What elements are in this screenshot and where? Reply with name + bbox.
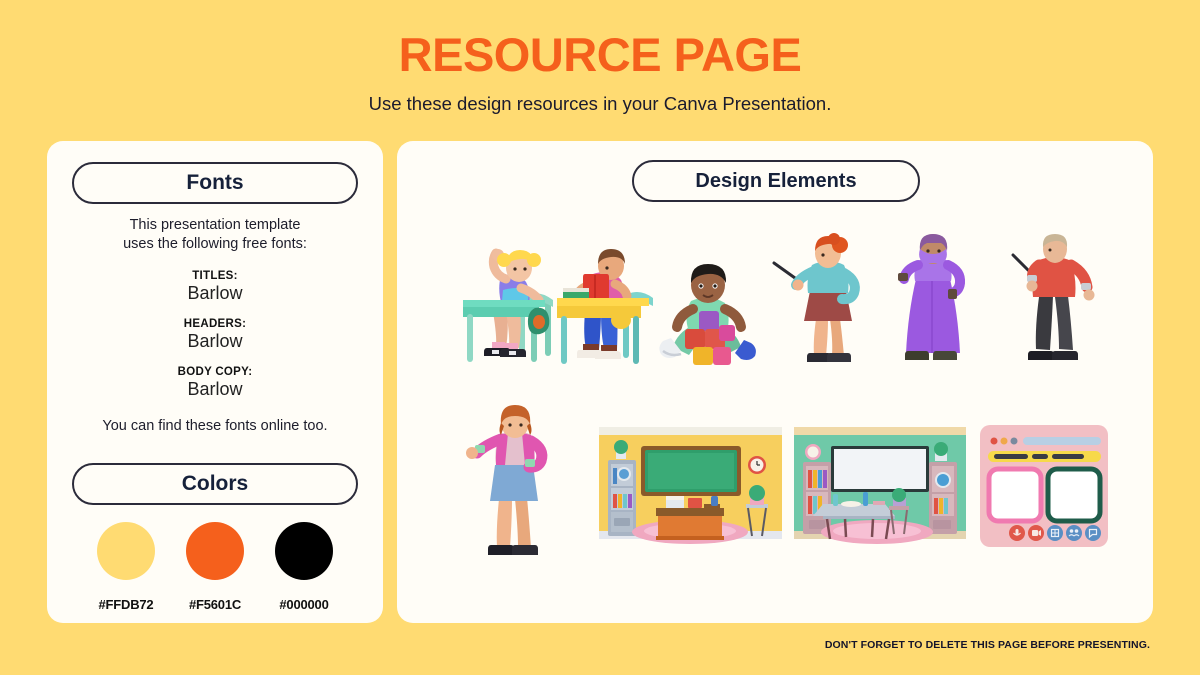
color-swatch-dot xyxy=(186,522,244,580)
design-elements-section-label: Design Elements xyxy=(695,169,857,192)
font-value-headers: Barlow xyxy=(187,331,243,351)
colors-section-label: Colors xyxy=(181,472,249,495)
student-raising-hand-at-desk[interactable] xyxy=(459,246,569,371)
color-swatch: #F5601C xyxy=(178,522,252,612)
font-value-titles: Barlow xyxy=(187,283,243,303)
fonts-online-note: You can find these fonts online too. xyxy=(102,418,328,434)
teacher-woman-purple-dress[interactable] xyxy=(882,233,982,375)
color-swatch-list: #FFDB72 #F5601C #000000 xyxy=(47,522,383,612)
page-title: RESOURCE PAGE xyxy=(398,28,802,81)
color-swatch: #000000 xyxy=(267,522,341,612)
delete-page-reminder: DON'T FORGET TO DELETE THIS PAGE BEFORE … xyxy=(824,639,1150,651)
font-group-titles: TITLES: Barlow xyxy=(47,270,383,304)
classroom-green-whiteboard[interactable] xyxy=(789,422,971,557)
color-swatch-dot xyxy=(275,522,333,580)
color-swatch-hex: #000000 xyxy=(279,597,329,612)
design-elements-section-header: Design Elements xyxy=(632,160,920,202)
fonts-section-label: Fonts xyxy=(186,171,244,194)
child-playing-with-blocks[interactable] xyxy=(655,263,765,371)
teacher-man-with-pointer[interactable] xyxy=(999,233,1109,375)
page-subtitle: Use these design resources in your Canva… xyxy=(368,93,832,114)
fonts-and-colors-card: Fonts This presentation template uses th… xyxy=(47,141,383,623)
color-swatch-hex: #FFDB72 xyxy=(98,597,154,612)
font-group-headers: HEADERS: Barlow xyxy=(47,318,383,352)
student-reading-at-desk[interactable] xyxy=(555,246,667,371)
teacher-woman-with-pointer[interactable] xyxy=(772,233,880,375)
color-swatch-dot xyxy=(97,522,155,580)
classroom-yellow-chalkboard[interactable] xyxy=(594,422,787,557)
fonts-intro: This presentation template uses the foll… xyxy=(47,216,383,254)
fonts-section-header: Fonts xyxy=(72,162,358,204)
font-label-headers: HEADERS: xyxy=(183,318,247,330)
online-class-window[interactable] xyxy=(974,419,1114,554)
colors-section-header: Colors xyxy=(72,463,358,505)
font-value-body-copy: Barlow xyxy=(187,379,243,399)
fonts-intro-line2: uses the following free fonts: xyxy=(123,236,307,252)
font-label-titles: TITLES: xyxy=(192,270,238,282)
color-swatch-hex: #F5601C xyxy=(188,597,242,612)
color-swatch: #FFDB72 xyxy=(89,522,163,612)
font-group-body-copy: BODY COPY: Barlow xyxy=(47,366,383,400)
design-elements-card: Design Elements xyxy=(397,141,1153,623)
teacher-woman-standing[interactable] xyxy=(459,403,563,578)
fonts-intro-line1: This presentation template xyxy=(129,217,301,233)
font-label-body-copy: BODY COPY: xyxy=(177,366,253,378)
